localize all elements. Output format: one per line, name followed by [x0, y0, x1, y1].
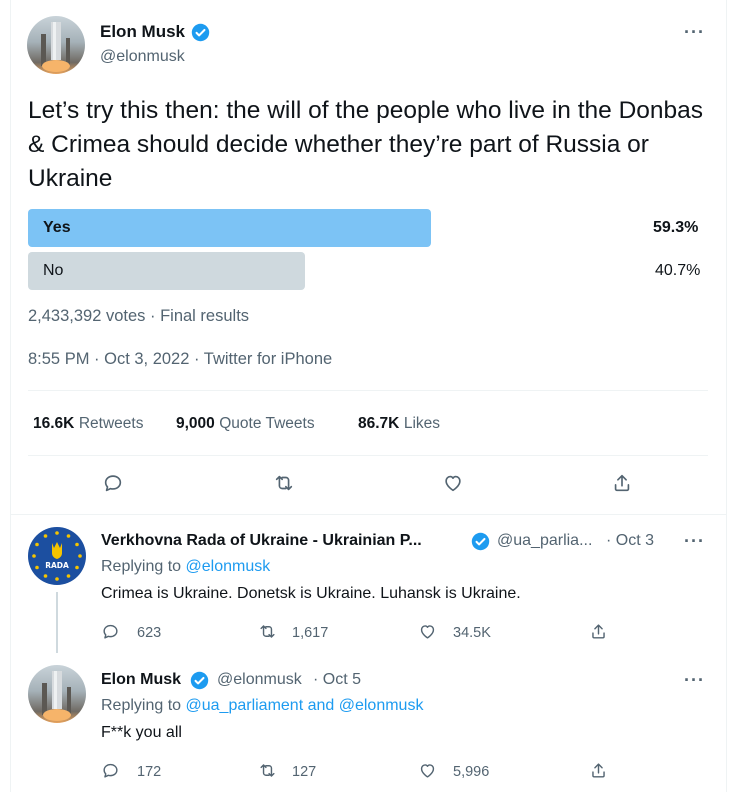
reply-count: 172: [137, 764, 162, 780]
rada-avatar[interactable]: RADA: [28, 527, 86, 585]
reply-bubble-icon[interactable]: [101, 622, 120, 646]
poll-option-yes-label: Yes: [43, 219, 71, 236]
author-name[interactable]: Elon Musk: [100, 22, 185, 42]
share-upload-icon[interactable]: [589, 761, 608, 785]
tweet-timestamp[interactable]: 8:55 PM · Oct 3, 2022 · Twitter for iPho…: [28, 350, 332, 369]
reply-author-handle[interactable]: @ua_parlia...: [497, 532, 592, 550]
tweet-text: Let’s try this then: the will of the peo…: [28, 97, 704, 192]
replying-to-prefix: Replying to: [101, 558, 182, 575]
like-count: 34.5K: [453, 625, 491, 641]
poll-option-no-label: No: [43, 262, 64, 279]
more-dots-icon[interactable]: ···: [684, 531, 705, 552]
more-dots-icon[interactable]: ···: [684, 22, 705, 43]
poll-bar-yes: [28, 209, 431, 247]
reply-bubble-icon[interactable]: [101, 761, 120, 785]
quote-tweets-stat[interactable]: 9,000 Quote Tweets: [176, 415, 315, 433]
reply-text: F**k you all: [101, 724, 182, 741]
likes-count: 86.7K: [358, 415, 400, 432]
divider: [10, 514, 727, 515]
likes-label: Likes: [403, 415, 441, 432]
replying-to-line: Replying to @elonmusk: [101, 558, 270, 576]
share-upload-icon[interactable]: [589, 622, 608, 646]
replying-to-line: Replying to @ua_parliament and @elonmusk: [101, 697, 423, 715]
replying-to-prefix: Replying to: [101, 697, 182, 714]
replying-to-link[interactable]: @elonmusk: [186, 558, 271, 575]
retweets-count: 16.6K: [33, 415, 75, 432]
retweet-arrows-icon[interactable]: [258, 622, 277, 646]
quotes-count: 9,000: [176, 415, 215, 432]
retweet-arrows-icon[interactable]: [272, 471, 296, 495]
heart-icon[interactable]: [418, 622, 437, 646]
poll-option-no-percent: 40.7%: [655, 262, 701, 279]
starship-avatar-image: [41, 22, 70, 72]
retweet-count: 127: [292, 764, 317, 780]
starship-avatar-image: [42, 671, 71, 721]
poll-summary: 2,433,392 votes · Final results: [28, 307, 250, 325]
poll-bar-no: [28, 252, 305, 290]
reply-count: 623: [137, 625, 162, 641]
verified-badge-icon: [190, 671, 209, 695]
reply-author-name[interactable]: Elon Musk: [101, 671, 181, 689]
share-upload-icon[interactable]: [610, 471, 634, 495]
rada-avatar-text: RADA: [45, 561, 69, 570]
reply-bubble-icon[interactable]: [101, 471, 125, 495]
eu-stars-ring-icon: [32, 531, 82, 581]
retweets-label: Retweets: [78, 415, 144, 432]
author-avatar[interactable]: [28, 665, 86, 723]
author-handle[interactable]: @elonmusk: [100, 48, 185, 66]
more-dots-icon[interactable]: ···: [684, 670, 705, 691]
poll-option-yes-percent: 59.3%: [653, 219, 699, 236]
retweets-stat[interactable]: 16.6K Retweets: [33, 415, 143, 433]
reply-author-name[interactable]: Verkhovna Rada of Ukraine - Ukrainian P.…: [101, 532, 422, 550]
thread-connector-line: [56, 592, 58, 653]
likes-stat[interactable]: 86.7K Likes: [358, 415, 440, 433]
retweet-arrows-icon[interactable]: [258, 761, 277, 785]
verified-badge-icon: [471, 532, 490, 556]
replying-to-link[interactable]: @ua_parliament and @elonmusk: [186, 697, 424, 714]
verified-badge-icon: [191, 23, 210, 47]
divider: [28, 455, 708, 456]
quotes-label: Quote Tweets: [219, 415, 315, 432]
author-avatar[interactable]: [27, 16, 85, 74]
reply-date[interactable]: · Oct 5: [313, 671, 361, 689]
divider: [28, 390, 708, 391]
reply-author-handle[interactable]: @elonmusk: [217, 671, 302, 689]
reply-date[interactable]: · Oct 3: [606, 532, 654, 550]
heart-icon[interactable]: [418, 761, 437, 785]
heart-icon[interactable]: [441, 471, 465, 495]
reply-text: Crimea is Ukraine. Donetsk is Ukraine. L…: [101, 585, 521, 602]
retweet-count: 1,617: [292, 625, 329, 641]
like-count: 5,996: [453, 764, 490, 780]
